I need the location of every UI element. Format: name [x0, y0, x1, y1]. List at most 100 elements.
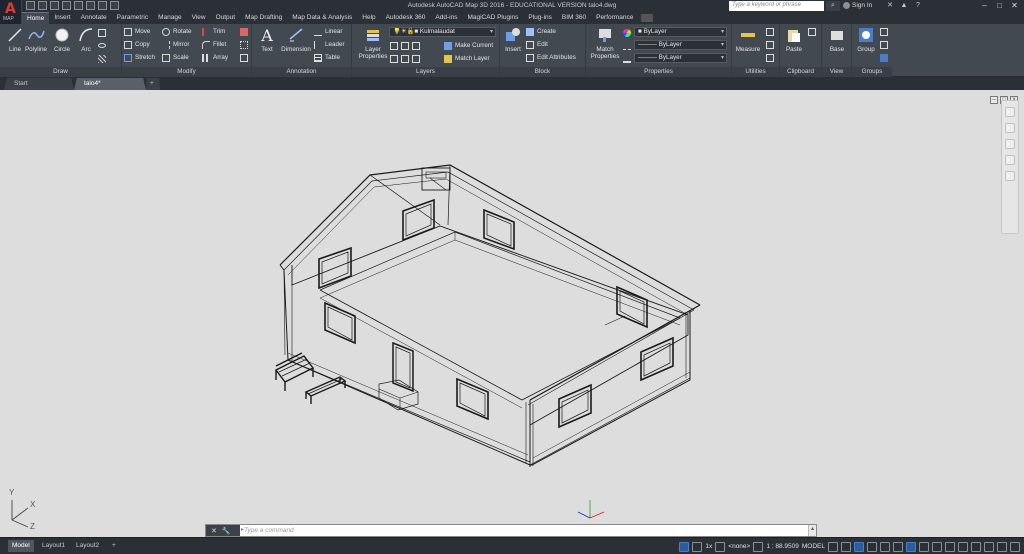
lineweight-toggle-icon[interactable]: [880, 541, 890, 552]
polar-tracking-icon[interactable]: [841, 541, 851, 552]
add-layout-button[interactable]: +: [108, 540, 120, 552]
array-button[interactable]: Array: [202, 52, 228, 63]
tab-start[interactable]: Start: [4, 78, 74, 90]
tab-add-ins[interactable]: Add-ins: [430, 12, 462, 24]
exchange-apps-icon[interactable]: ✕: [885, 1, 895, 10]
tab-view[interactable]: View: [187, 12, 211, 24]
ortho-icon[interactable]: [828, 541, 838, 552]
maximize-icon[interactable]: □: [992, 0, 1007, 11]
properties-panel-title[interactable]: Properties: [586, 67, 731, 77]
linear-dimension-button[interactable]: Linear: [314, 26, 343, 37]
linetype-dropdown[interactable]: ——— ByLayer: [634, 40, 727, 50]
table-button[interactable]: Table: [314, 52, 340, 63]
calculator-icon[interactable]: [766, 26, 774, 37]
annotation-scale-factor[interactable]: 1x: [705, 543, 712, 550]
quick-select-icon[interactable]: [766, 39, 774, 50]
match-layer-button[interactable]: Match Layer: [444, 53, 490, 64]
view-panel-title[interactable]: View: [822, 67, 851, 77]
annotation-panel-title[interactable]: Annotation: [252, 67, 351, 77]
tab-drawing-file[interactable]: talo4*: [74, 78, 146, 90]
command-input[interactable]: Type a command: [244, 525, 294, 536]
move-button[interactable]: Move: [124, 26, 150, 37]
search-input[interactable]: Type a keyword or phrase: [729, 1, 824, 11]
leader-button[interactable]: Leader: [314, 39, 345, 50]
hatch-icon[interactable]: [98, 53, 106, 64]
search-icon[interactable]: ⌕: [826, 1, 840, 11]
layer-properties-button[interactable]: Layer Properties: [356, 26, 390, 60]
workspace-switch-icon[interactable]: [945, 541, 955, 552]
layers-panel-title[interactable]: Layers: [352, 67, 499, 77]
model-space-toggle[interactable]: MODEL: [802, 543, 825, 550]
layer-state-icons[interactable]: [390, 40, 420, 51]
fillet-button[interactable]: Fillet: [202, 39, 226, 50]
tab-performance[interactable]: Performance: [591, 12, 638, 24]
user-icon[interactable]: [843, 2, 850, 9]
object-snap-tracking-icon[interactable]: [867, 541, 877, 552]
tab-parametric[interactable]: Parametric: [112, 12, 153, 24]
a360-icon[interactable]: ▲: [899, 1, 909, 10]
ellipse-icon[interactable]: [98, 40, 106, 51]
ungroup-icon[interactable]: [880, 26, 888, 37]
measure-button[interactable]: Measure: [732, 26, 764, 53]
hardware-acceleration-icon[interactable]: [984, 541, 994, 552]
annotation-monitor-icon[interactable]: [958, 541, 968, 552]
object-snap-icon[interactable]: [854, 541, 864, 552]
new-tab-button[interactable]: +: [146, 78, 160, 90]
tab-autodesk-360[interactable]: Autodesk 360: [381, 12, 431, 24]
tab-layout1[interactable]: Layout1: [38, 540, 69, 552]
tab-bim-360[interactable]: BIM 360: [557, 12, 591, 24]
groups-panel-title[interactable]: Groups: [852, 67, 892, 77]
rectangle-icon[interactable]: [98, 27, 106, 38]
3d-osnap-icon[interactable]: [919, 541, 929, 552]
modify-panel-title[interactable]: Modify: [122, 67, 251, 77]
mirror-button[interactable]: Mirror: [162, 39, 189, 50]
workspace-value[interactable]: <none>: [728, 543, 750, 550]
offset-icon[interactable]: [240, 52, 248, 63]
scale-button[interactable]: Scale: [162, 52, 189, 63]
id-point-icon[interactable]: [766, 52, 774, 63]
match-properties-button[interactable]: Match Properties: [588, 26, 622, 60]
tab-manage[interactable]: Manage: [153, 12, 187, 24]
command-history-icon[interactable]: ▴: [808, 525, 816, 536]
group-select-icon[interactable]: [880, 52, 888, 63]
transparency-icon[interactable]: [893, 541, 903, 552]
grid-icon[interactable]: [679, 541, 690, 552]
close-icon[interactable]: ✕: [1007, 0, 1022, 11]
dynamic-ucs-icon[interactable]: [932, 541, 942, 552]
arc-button[interactable]: Arc: [71, 26, 101, 53]
explode-icon[interactable]: [240, 39, 248, 50]
tab-output[interactable]: Output: [211, 12, 241, 24]
block-panel-title[interactable]: Block: [500, 67, 585, 77]
tab-map-data-analysis[interactable]: Map Data & Analysis: [287, 12, 357, 24]
dimension-button[interactable]: Dimension: [278, 26, 314, 53]
utilities-panel-title[interactable]: Utilities: [732, 67, 779, 77]
stretch-button[interactable]: Stretch: [124, 52, 155, 63]
command-customize-icon[interactable]: 🔧: [222, 527, 231, 535]
close-command-line-icon[interactable]: ✕: [211, 527, 217, 535]
layer-tools-icons[interactable]: [390, 53, 420, 64]
erase-icon[interactable]: [240, 26, 248, 37]
tab-home[interactable]: Home: [22, 12, 50, 24]
draw-panel-title[interactable]: Draw: [0, 67, 121, 77]
color-dropdown[interactable]: ■ ByLayer: [634, 27, 727, 37]
tab-help[interactable]: Help: [357, 12, 380, 24]
isolate-objects-icon[interactable]: [971, 541, 981, 552]
ribbon-minimize-toggle[interactable]: [641, 14, 654, 22]
drawing-scale-value[interactable]: 1 : 88.9509: [766, 543, 799, 550]
tab-model[interactable]: Model: [8, 540, 34, 552]
edit-attributes-button[interactable]: Edit Attributes: [526, 52, 576, 63]
copy-button[interactable]: Copy: [124, 39, 150, 50]
paste-button[interactable]: Paste: [780, 26, 808, 53]
customization-menu-icon[interactable]: [1010, 541, 1020, 552]
minimize-icon[interactable]: –: [977, 0, 992, 11]
group-button[interactable]: Group: [852, 26, 880, 53]
layer-dropdown[interactable]: 💡☀🔓■ Kulmalaudat: [389, 27, 496, 37]
rotate-button[interactable]: Rotate: [162, 26, 192, 37]
trim-button[interactable]: Trim: [202, 26, 225, 37]
tab-magicad-plugins[interactable]: MagiCAD Plugins: [462, 12, 523, 24]
tab-plug-ins[interactable]: Plug-ins: [523, 12, 556, 24]
make-current-button[interactable]: Make Current: [444, 40, 493, 51]
tab-layout2[interactable]: Layout2: [72, 540, 103, 552]
annotation-visibility-icon[interactable]: [715, 541, 726, 552]
clean-screen-icon[interactable]: [997, 541, 1007, 552]
